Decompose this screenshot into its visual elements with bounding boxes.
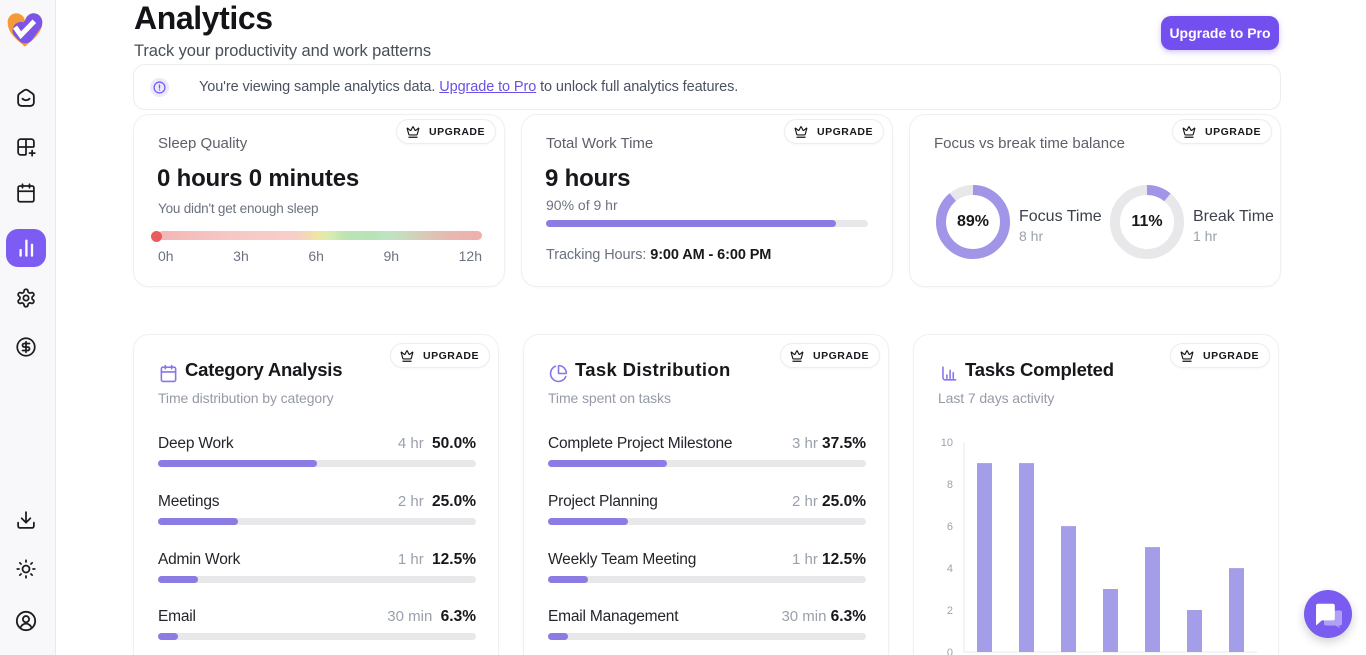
- svg-text:6: 6: [947, 521, 953, 533]
- svg-text:10: 10: [941, 437, 953, 449]
- svg-text:0: 0: [947, 647, 953, 655]
- svg-text:4: 4: [947, 563, 953, 575]
- svg-text:8: 8: [947, 479, 953, 491]
- svg-text:2: 2: [947, 605, 953, 617]
